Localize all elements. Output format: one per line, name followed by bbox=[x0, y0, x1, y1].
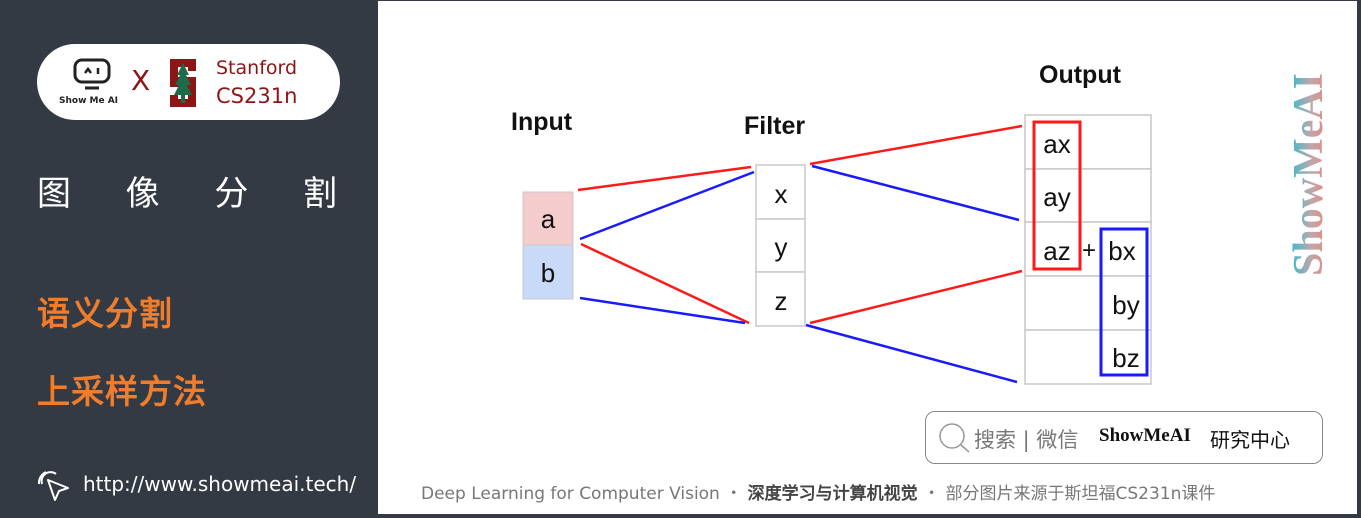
footer-credit: 部分图片来源于斯坦福CS231n课件 bbox=[945, 484, 1216, 504]
filter-value-x: x bbox=[775, 179, 788, 209]
output-bz: bz bbox=[1112, 343, 1139, 373]
red-line bbox=[809, 124, 1023, 166]
red-line bbox=[577, 165, 752, 192]
footer-separator: ・ bbox=[725, 484, 743, 504]
output-ay: ay bbox=[1043, 182, 1070, 212]
output-label: Output bbox=[1039, 61, 1122, 89]
search-brand-suffix: 研究中心 bbox=[1210, 428, 1290, 452]
output-ax: ax bbox=[1043, 129, 1070, 159]
search-wechat-label: 搜索 | 微信 bbox=[974, 428, 1079, 452]
search-brand-name: ShowMeAI bbox=[1099, 425, 1191, 446]
plus-sign: + bbox=[1082, 237, 1096, 264]
input-value-a: a bbox=[541, 204, 556, 234]
output-bx: bx bbox=[1108, 236, 1135, 266]
filter-value-y: y bbox=[775, 232, 788, 262]
blue-line bbox=[805, 323, 1018, 384]
footer-separator: ・ bbox=[923, 484, 941, 504]
footer-course-en: Deep Learning for Computer Vision bbox=[421, 484, 720, 504]
footer-course-cn: 深度学习与计算机视觉 bbox=[747, 484, 918, 504]
input-label: Input bbox=[511, 108, 573, 136]
wechat-search-box: 搜索 | 微信 ShowMeAI 研究中心 bbox=[925, 411, 1323, 464]
blue-line bbox=[811, 164, 1020, 222]
search-icon bbox=[939, 423, 970, 453]
watermark-text: ShowMeAI bbox=[1286, 73, 1332, 276]
filter-label: Filter bbox=[744, 112, 805, 140]
red-line bbox=[809, 269, 1023, 325]
footer-caption: Deep Learning for Computer Vision ・ 深度学习… bbox=[421, 479, 1215, 504]
input-value-b: b bbox=[541, 258, 555, 288]
blue-line bbox=[579, 170, 755, 241]
output-by: by bbox=[1112, 290, 1139, 320]
output-az: az bbox=[1043, 236, 1070, 266]
showmeai-vertical-watermark: ShowMeAI bbox=[1286, 73, 1332, 276]
filter-value-z: z bbox=[775, 286, 788, 316]
